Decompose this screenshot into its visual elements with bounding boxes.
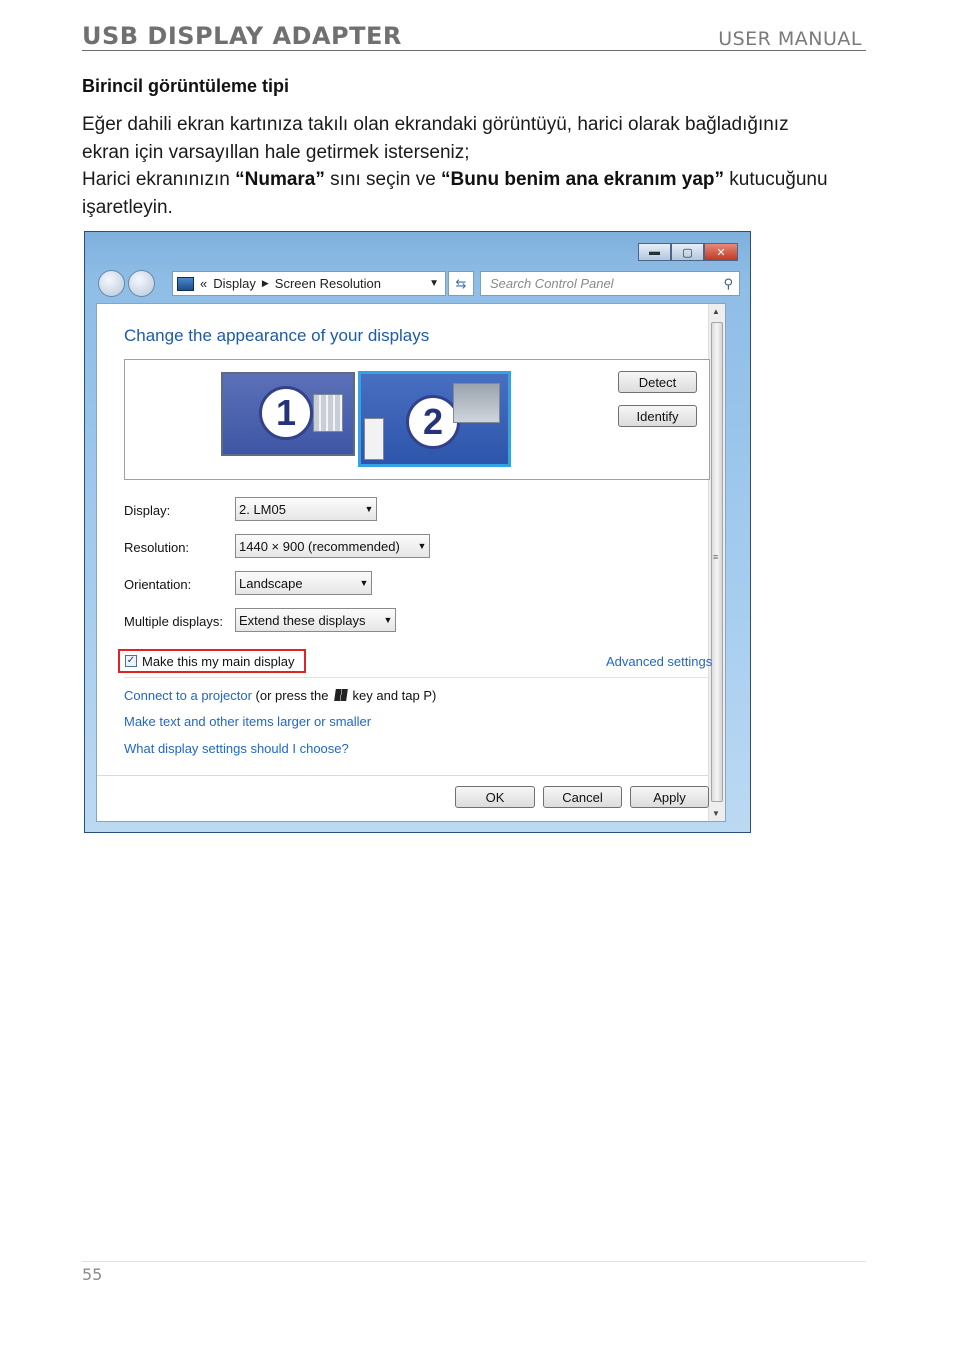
search-placeholder: Search Control Panel [490,276,614,291]
scroll-thumb[interactable] [711,322,723,802]
display-settings-help-link[interactable]: What display settings should I choose? [124,741,349,756]
para-line-3: Harici ekranınızın “Numara” sını seçin v… [82,166,872,194]
multiple-displays-select-value: Extend these displays [239,612,366,628]
maximize-icon[interactable]: ▢ [671,243,704,261]
windows-key-icon [333,689,348,701]
para-line-2: ekran için varsayıllan hale getirmek ist… [82,141,470,163]
orientation-select-value: Landscape [239,575,303,591]
address-dropdown-icon[interactable]: ▼ [429,278,439,289]
display-select[interactable]: 2. LM05 ▼ [235,497,377,521]
page-heading: Change the appearance of your displays [124,326,430,345]
para-line-1: Eğer dahili ekran kartınıza takılı olan … [82,114,789,135]
projector-row: Connect to a projector (or press the key … [124,688,436,703]
monitor-2-number: 2 [406,395,460,449]
scroll-up-icon[interactable]: ▲ [712,307,720,316]
apply-button[interactable]: Apply [630,786,709,808]
para-text: Harici ekranınızın [82,169,236,190]
monitor-2[interactable]: 2 [358,371,511,467]
monitor-1-thumbnail-icon [313,394,343,432]
para-text: kutucuğunu [724,169,828,190]
breadcrumb-separator-icon: ▶ [261,278,269,288]
identify-button[interactable]: Identify [618,405,697,427]
display-label: Display: [124,503,171,518]
orientation-select[interactable]: Landscape ▼ [235,571,372,595]
close-icon[interactable]: ✕ [704,243,738,261]
header-title: USB DISPLAY ADAPTER [82,22,402,50]
back-icon[interactable] [98,270,125,297]
control-panel-icon [177,276,194,291]
header-subtitle: USER MANUAL [718,28,862,50]
resolution-label: Resolution: [124,540,190,555]
page-header: USB DISPLAY ADAPTER USER MANUAL [82,20,866,51]
resolution-select[interactable]: 1440 × 900 (recommended) ▼ [235,534,430,558]
main-display-highlight: ✓ Make this my main display [118,649,306,673]
chevron-down-icon: ▼ [383,615,393,625]
para-line-4: işaretleyin. [82,196,173,218]
connect-projector-link[interactable]: Connect to a projector [124,688,252,703]
text-size-link[interactable]: Make text and other items larger or smal… [124,714,371,729]
chevron-down-icon: ▼ [364,504,374,514]
divider [124,677,710,678]
chevron-down-icon: ▼ [417,541,427,551]
monitor-1[interactable]: 1 [221,372,355,456]
screen-resolution-window: ▬ ▢ ✕ « Display ▶ Screen Resolution ▼ ⇆ … [84,231,751,833]
page-number: 55 [82,1265,103,1284]
scroll-grip-icon: ≡ [713,552,719,562]
cancel-button[interactable]: Cancel [543,786,622,808]
footer-divider [97,775,709,776]
window-controls: ▬ ▢ ✕ [638,243,738,261]
address-bar[interactable]: « Display ▶ Screen Resolution ▼ [172,271,446,296]
breadcrumb-root[interactable]: « [200,276,207,291]
monitor-2-sidebar-icon [364,418,384,460]
minimize-icon[interactable]: ▬ [638,243,671,261]
instruction-paragraph: Eğer dahili ekran kartınıza takılı olan … [82,111,872,221]
para-bold-main-display: “Bunu benim ana ekranım yap” [441,169,725,190]
main-display-checkbox[interactable]: ✓ [125,655,137,667]
display-select-value: 2. LM05 [239,501,286,517]
search-input[interactable]: Search Control Panel ⚲ [480,271,740,296]
refresh-icon[interactable]: ⇆ [448,271,474,296]
vertical-scrollbar[interactable]: ▲ ≡ ▼ [708,304,725,821]
main-display-label[interactable]: Make this my main display [142,654,294,669]
para-bold-number: “Numara” [235,169,325,190]
chevron-down-icon: ▼ [359,578,369,588]
advanced-settings-link[interactable]: Advanced settings [606,654,712,669]
scroll-down-icon[interactable]: ▼ [712,809,720,818]
multiple-displays-label: Multiple displays: [124,614,223,629]
para-text: sını seçin ve [324,169,442,190]
monitor-1-number: 1 [259,386,313,440]
breadcrumb-screen-resolution[interactable]: Screen Resolution [275,276,381,291]
content-pane: ▲ ≡ ▼ Change the appearance of your disp… [96,303,726,822]
detect-button[interactable]: Detect [618,371,697,393]
monitor-2-thumbnail-icon [453,383,500,423]
ok-button[interactable]: OK [455,786,535,808]
footer-rule [82,1261,866,1262]
section-title: Birincil görüntüleme tipi [82,76,290,96]
projector-hint-end: key and tap P) [352,688,437,703]
multiple-displays-select[interactable]: Extend these displays ▼ [235,608,396,632]
breadcrumb-display[interactable]: Display [213,276,256,291]
orientation-label: Orientation: [124,577,192,592]
projector-hint-start: (or press the [255,688,329,703]
forward-icon[interactable] [128,270,155,297]
monitor-arrangement: 1 2 Detect Identify [124,359,710,480]
search-icon[interactable]: ⚲ [723,276,733,292]
resolution-select-value: 1440 × 900 (recommended) [239,538,400,554]
